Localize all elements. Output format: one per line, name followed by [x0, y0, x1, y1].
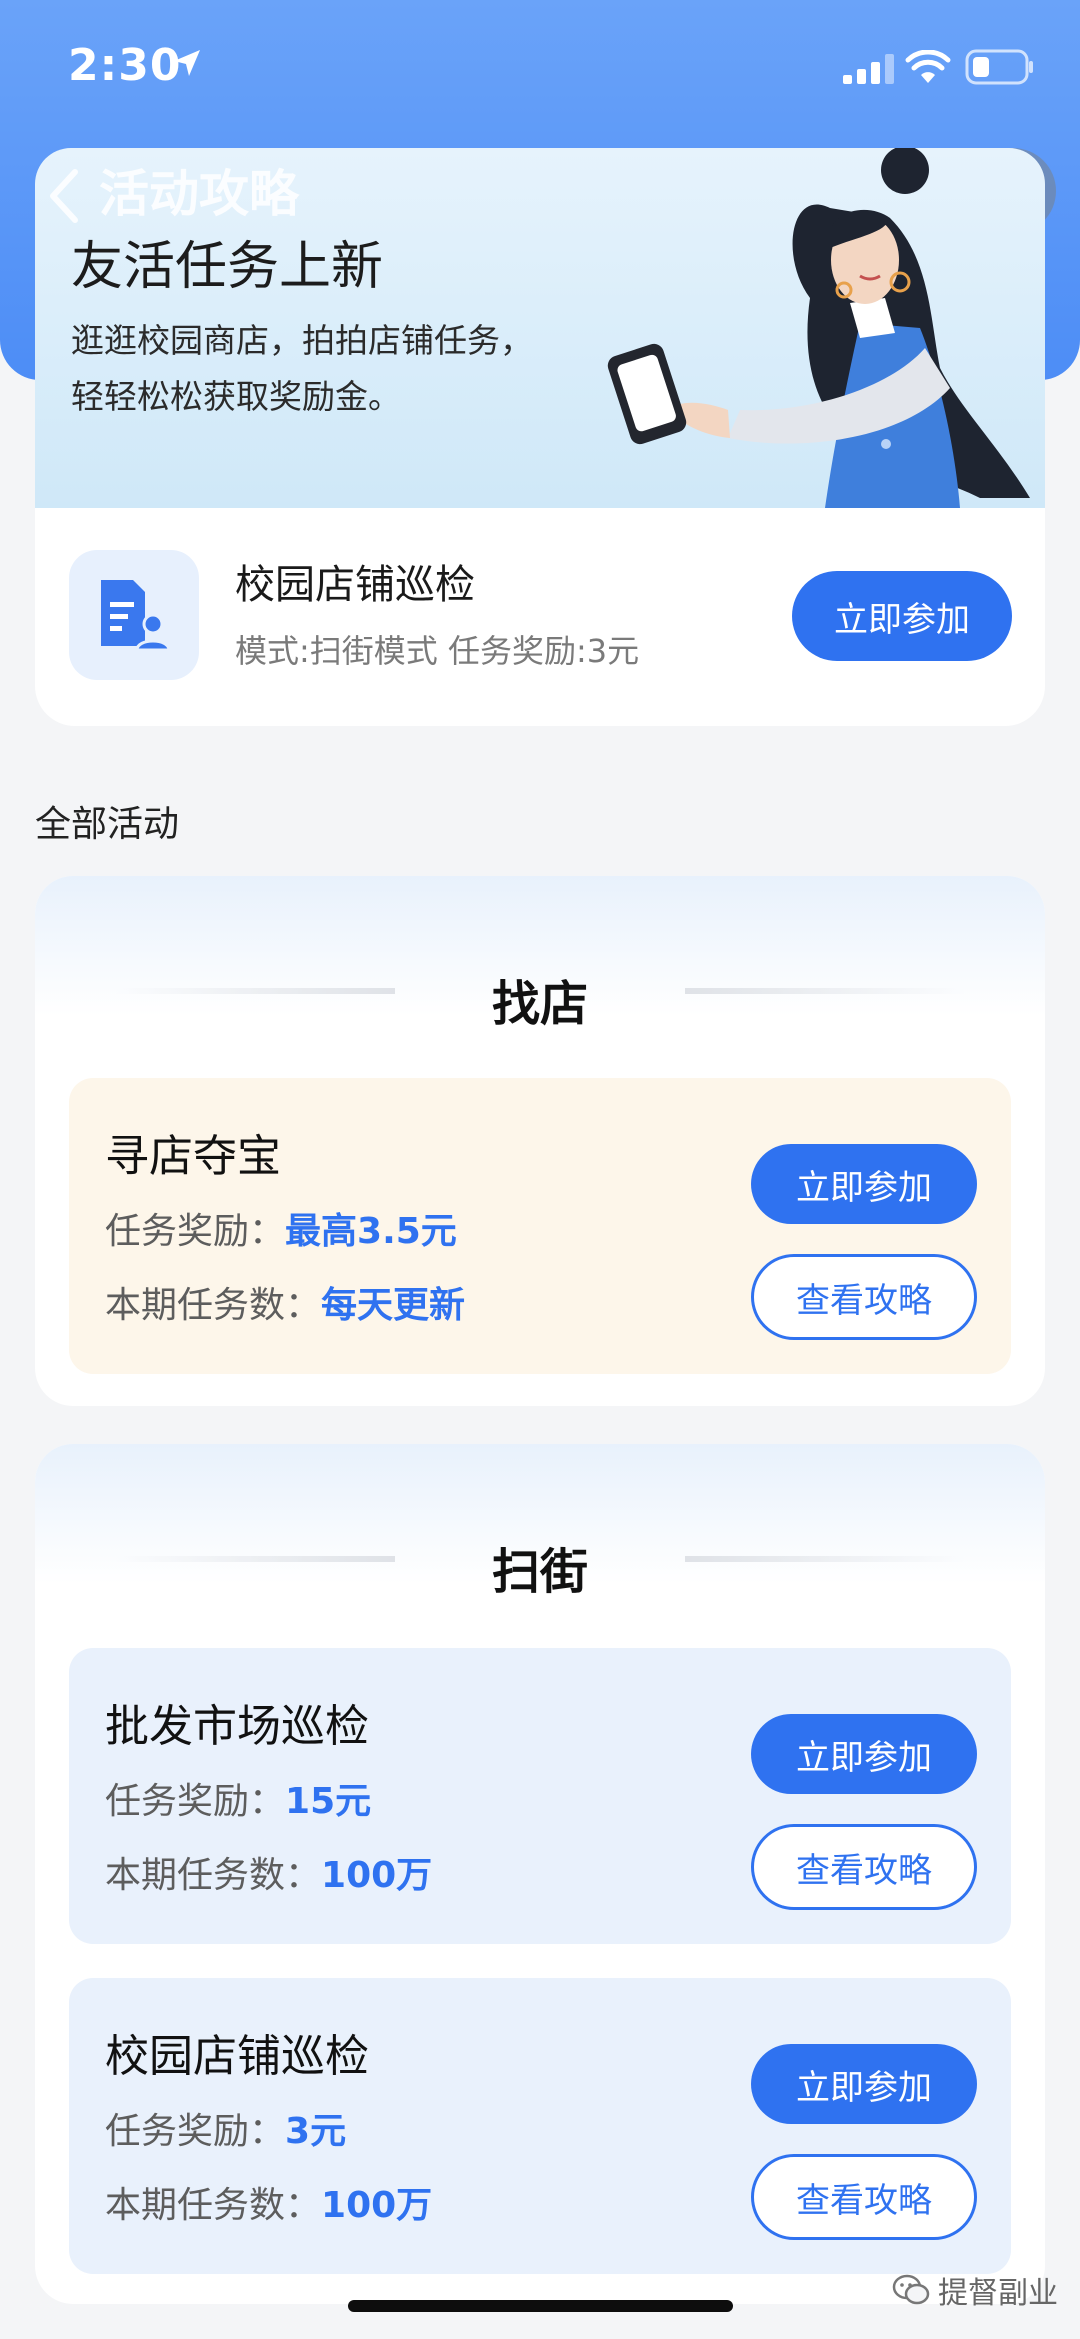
- banner-description: 逛逛校园商店，拍拍店铺任务，轻轻松松获取奖励金。: [71, 321, 533, 416]
- task-reward-label: 任务奖励：: [105, 1211, 286, 1252]
- wifi-icon: [905, 50, 951, 83]
- task-count-label: 本期任务数：: [105, 2185, 322, 2226]
- hero-banner: 活动攻略 友活任务上新 逛逛校园商店，拍拍店铺任务，轻轻松松获取奖励金。: [35, 148, 1045, 508]
- featured-task-icon-box: [69, 550, 199, 680]
- view-guide-button[interactable]: 查看攻略: [751, 2154, 977, 2240]
- task-name: 校园店铺巡检: [105, 2031, 369, 2082]
- home-indicator[interactable]: [348, 2300, 733, 2312]
- location-arrow-icon: [174, 50, 200, 76]
- back-chevron-icon[interactable]: [45, 166, 85, 226]
- task-count-line: 本期任务数：每天更新: [105, 1276, 465, 1328]
- category-card-find-store: 找店 寻店夺宝 任务奖励：最高3.5元 本期任务数：每天更新 立即参加 查看攻略: [35, 876, 1045, 1406]
- join-button[interactable]: 立即参加: [751, 1714, 977, 1794]
- task-reward-line: 任务奖励：3元: [105, 2102, 346, 2154]
- featured-join-button[interactable]: 立即参加: [792, 571, 1012, 661]
- wechat-icon: [892, 2274, 930, 2305]
- status-time: 2:30: [68, 40, 182, 91]
- task-reward-label: 任务奖励：: [105, 1781, 286, 1822]
- task-count-line: 本期任务数：100万: [105, 2176, 432, 2228]
- page-title: 活动攻略: [99, 165, 299, 223]
- task-reward-value: 最高3.5元: [285, 1211, 457, 1252]
- view-guide-button[interactable]: 查看攻略: [751, 1824, 977, 1910]
- featured-task-meta: 模式:扫街模式 任务奖励:3元: [235, 632, 640, 670]
- category-title: 扫街: [491, 1544, 588, 1600]
- task-count-label: 本期任务数：: [105, 1855, 322, 1896]
- category-title: 找店: [491, 976, 588, 1032]
- featured-task-card: 校园店铺巡检 模式:扫街模式 任务奖励:3元 立即参加: [35, 508, 1045, 726]
- category-card-street-sweep: 扫街 批发市场巡检 任务奖励：15元 本期任务数：100万 立即参加 查看攻略 …: [35, 1444, 1045, 2304]
- task-count-line: 本期任务数：100万: [105, 1846, 432, 1898]
- task-card: 寻店夺宝 任务奖励：最高3.5元 本期任务数：每天更新 立即参加 查看攻略: [69, 1078, 1011, 1374]
- featured-task-title: 校园店铺巡检: [235, 562, 475, 608]
- task-count-value: 每天更新: [321, 1285, 466, 1326]
- view-guide-button[interactable]: 查看攻略: [751, 1254, 977, 1340]
- section-all-activities-label: 全部活动: [35, 804, 180, 845]
- task-reward-label: 任务奖励：: [105, 2111, 286, 2152]
- task-name: 寻店夺宝: [105, 1131, 281, 1182]
- task-name: 批发市场巡检: [105, 1701, 369, 1752]
- watermark: 提督副业: [892, 2268, 1058, 2312]
- status-bar: 2:30: [0, 0, 1080, 130]
- task-reward-value: 3元: [285, 2111, 347, 2152]
- task-reward-value: 15元: [285, 1781, 372, 1822]
- watermark-text: 提督副业: [938, 2276, 1058, 2311]
- task-card: 校园店铺巡检 任务奖励：3元 本期任务数：100万 立即参加 查看攻略: [69, 1978, 1011, 2274]
- task-count-label: 本期任务数：: [105, 1285, 322, 1326]
- document-user-icon: [101, 580, 171, 652]
- signal-icon: [843, 54, 894, 84]
- task-reward-line: 任务奖励：15元: [105, 1772, 371, 1824]
- battery-icon: [965, 49, 1033, 85]
- woman-with-phone-illustration: [607, 148, 1030, 508]
- task-reward-line: 任务奖励：最高3.5元: [105, 1202, 457, 1254]
- join-button[interactable]: 立即参加: [751, 2044, 977, 2124]
- banner-title: 友活任务上新: [71, 237, 384, 297]
- join-button[interactable]: 立即参加: [751, 1144, 977, 1224]
- task-count-value: 100万: [321, 1855, 433, 1896]
- task-count-value: 100万: [321, 2185, 433, 2226]
- task-card: 批发市场巡检 任务奖励：15元 本期任务数：100万 立即参加 查看攻略: [69, 1648, 1011, 1944]
